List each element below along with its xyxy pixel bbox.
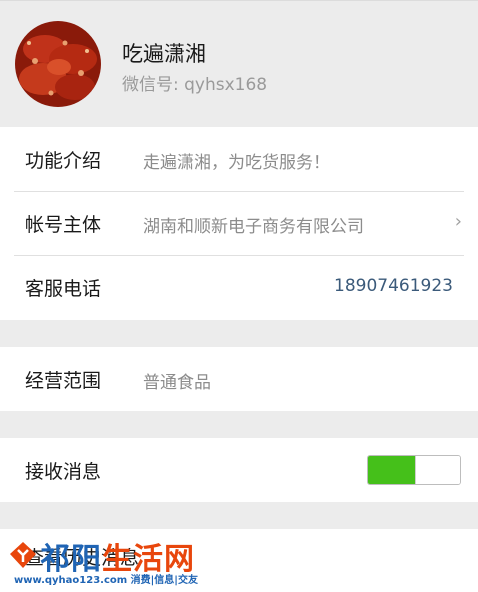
phone-number-link[interactable]: 18907461923 <box>334 276 453 296</box>
row-customer-service-phone: 客服电话 18907461923 <box>0 255 478 319</box>
row-label: 客服电话 <box>25 278 102 300</box>
receive-messages-group: 接收消息 <box>0 438 478 502</box>
toggle-on-fill <box>368 456 415 484</box>
row-value: 走遍潇湘，为吃货服务！ <box>143 153 330 173</box>
account-avatar[interactable] <box>15 21 101 107</box>
account-header: 吃遍潇湘 微信号: qyhsx168 <box>0 0 478 127</box>
row-value: 湖南和顺新电子商务有限公司 <box>143 217 364 237</box>
business-scope-group: 经营范围 普通食品 <box>0 347 478 411</box>
site-watermark: 祁阳生活网 www.qyhao123.com 消费|信息|交友 <box>0 532 210 592</box>
row-account-subject[interactable]: 帐号主体 湖南和顺新电子商务有限公司 › <box>0 191 478 255</box>
row-receive-messages: 接收消息 <box>0 438 478 502</box>
row-business-scope: 经营范围 普通食品 <box>0 347 478 411</box>
row-label: 帐号主体 <box>25 214 102 236</box>
row-label: 功能介绍 <box>25 150 102 172</box>
toggle-knob <box>415 456 460 484</box>
watermark-logo-icon <box>10 542 36 568</box>
receive-messages-toggle[interactable] <box>367 455 461 485</box>
row-introduction: 功能介绍 走遍潇湘，为吃货服务！ <box>0 127 478 191</box>
row-label: 经营范围 <box>25 370 102 392</box>
row-value: 普通食品 <box>143 373 211 393</box>
account-info-group: 功能介绍 走遍潇湘，为吃货服务！ 帐号主体 湖南和顺新电子商务有限公司 › 客服… <box>0 127 478 320</box>
wechat-id: 微信号: qyhsx168 <box>122 75 268 95</box>
row-label: 接收消息 <box>25 461 102 483</box>
account-name: 吃遍潇湘 <box>122 42 206 66</box>
chevron-right-icon: › <box>454 211 462 232</box>
watermark-subtitle: www.qyhao123.com 消费|信息|交友 <box>14 575 198 586</box>
